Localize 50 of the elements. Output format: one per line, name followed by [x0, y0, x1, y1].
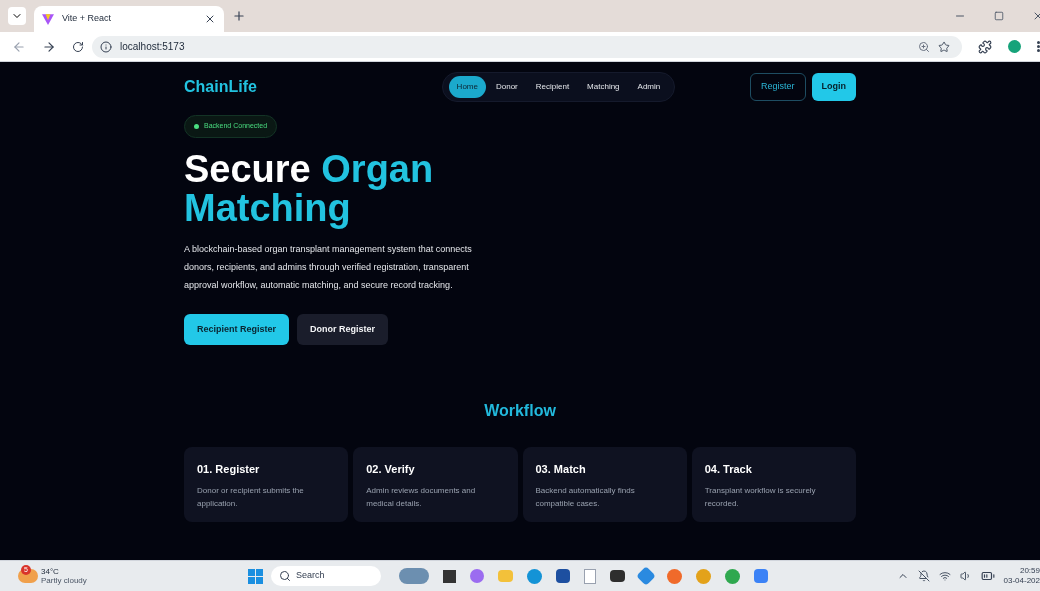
extensions-icon[interactable]: [978, 39, 992, 54]
zoom-icon[interactable]: [918, 40, 930, 53]
forward-icon[interactable]: [42, 39, 56, 54]
step-description: Backend automatically finds compatible cases.: [535, 484, 636, 510]
vite-logo-icon: [42, 13, 54, 25]
donor-register-button[interactable]: Donor Register: [297, 313, 389, 345]
hero-description: A blockchain-based organ transplant management system that connects donors, recipients, and admins through verified registration, transparent approval workflow, automatic matching, and secure record tracking.: [184, 242, 473, 292]
volume-icon[interactable]: [959, 570, 972, 582]
info-icon[interactable]: [100, 40, 112, 53]
tab-title: Vite + React: [62, 12, 113, 26]
bell-off-icon[interactable]: [917, 570, 930, 582]
search-icon: [279, 570, 291, 582]
step-title: 03. Match: [535, 462, 587, 477]
menu-icon[interactable]: [1037, 41, 1040, 52]
back-icon[interactable]: [12, 39, 26, 54]
nav-link[interactable]: Matching: [579, 76, 628, 98]
register-button[interactable]: Register: [750, 73, 806, 101]
browser-tab[interactable]: Vite + React: [34, 6, 224, 32]
wifi-icon[interactable]: [938, 570, 951, 582]
clock-date: 03-04-202: [1003, 576, 1040, 586]
step-title: 04. Track: [704, 462, 753, 477]
clock-time: 20:59: [1019, 566, 1040, 576]
section-heading: Workflow: [484, 401, 556, 421]
nav-link[interactable]: Recipient: [527, 76, 578, 98]
start-icon[interactable]: [248, 568, 263, 584]
taskbar-search-field[interactable]: Search: [271, 566, 381, 586]
step-title: 02. Verify: [366, 462, 416, 477]
step-title: 01. Register: [197, 462, 261, 477]
new-tab-icon[interactable]: [232, 9, 246, 23]
brand-logo[interactable]: ChainLife: [184, 75, 257, 99]
nav-link[interactable]: Home: [448, 76, 486, 98]
nav-link[interactable]: Donor: [487, 76, 526, 98]
tab-list-button[interactable]: [8, 7, 26, 25]
reload-icon[interactable]: [72, 40, 84, 53]
weather-temperature: 34°C: [41, 567, 60, 576]
document-icon[interactable]: [584, 568, 596, 584]
step-description: Transplant workflow is securely recorded.: [704, 484, 817, 510]
profile-avatar-icon[interactable]: [1008, 40, 1021, 53]
close-icon[interactable]: [204, 13, 216, 25]
maximize-icon[interactable]: [994, 11, 1004, 21]
weather-condition: Partly cloudy: [41, 576, 87, 585]
login-button[interactable]: Login: [811, 73, 856, 101]
nav-link[interactable]: Admin: [629, 76, 669, 98]
hero-title: Secure Organ Matching: [184, 149, 435, 228]
step-description: Donor or recipient submits the application.: [197, 484, 305, 510]
star-icon[interactable]: [938, 40, 950, 53]
battery-icon[interactable]: [980, 569, 995, 583]
recipient-register-button[interactable]: Recipient Register: [184, 313, 290, 345]
address-field[interactable]: localhost:5173: [92, 35, 962, 58]
step-description: Admin reviews documents and medical details.: [366, 484, 477, 510]
